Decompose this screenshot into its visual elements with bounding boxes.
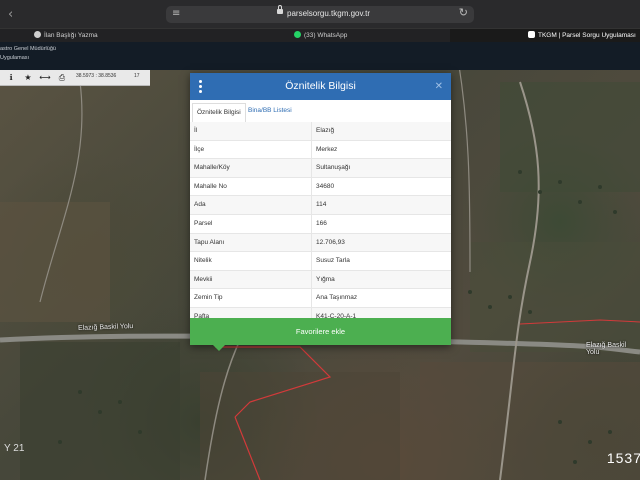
attr-key: Zemin Tip [194,294,223,302]
attr-value: Ana Taşınmaz [316,294,358,302]
map-toolbar: ℹ ★ ⟷ ⎙ 38.5973 : 38.8536 17 [0,70,150,86]
side-road [454,42,471,273]
tab-favicon-icon [34,31,41,38]
table-row: Mahalle No 34680 [190,177,451,197]
whatsapp-icon [294,31,301,38]
attr-key: İl [194,127,198,134]
add-favorite-button[interactable]: Favorilere ekle [190,318,451,345]
info-icon[interactable]: ℹ [4,71,18,84]
field-patch [500,82,640,192]
attr-key: Mahalle No [194,182,227,190]
tab-ilan[interactable]: İlan Başlığı Yazma [34,29,98,43]
table-row: İl Elazığ [190,122,451,141]
table-row: Zemin Tip Ana Taşınmaz [190,289,451,308]
modal-tabs: Öznitelik Bilgisi Bina/BB Listesi [190,100,451,123]
browser-address-bar: ‹ ≡ parselsorgu.tkgm.gov.tr ↻ [0,0,640,28]
reader-view-icon[interactable]: ≡ [172,8,180,19]
attr-key: Ada [194,201,206,209]
tab-label: TKGM | Parsel Sorgu Uygulaması [538,32,636,39]
tab-tkgm[interactable]: TKGM | Parsel Sorgu Uygulaması [450,29,640,43]
field-patch [470,242,640,352]
map-year-label: Y 21 [4,443,25,454]
attr-value: 12.706,93 [316,238,345,246]
reload-icon[interactable]: ↻ [459,6,468,19]
menu-dots-icon[interactable] [199,80,202,93]
attr-value: Yığma [316,275,335,283]
coordinate-readout: 38.5973 : 38.8536 [76,73,117,79]
attr-key: Parsel [194,219,213,227]
field-patch [0,202,110,322]
attr-key: Mahalle/Köy [194,164,230,172]
attr-value: Sultanuşağı [316,164,351,172]
attr-key: Nitelik [194,257,212,265]
table-row: Parsel 166 [190,214,451,234]
attr-value: 166 [316,219,327,227]
close-icon[interactable]: ✕ [435,81,443,92]
print-icon[interactable]: ⎙ [55,71,69,84]
url-field[interactable]: ≡ parselsorgu.tkgm.gov.tr ↻ [166,5,474,23]
attr-value: 34680 [316,182,335,190]
table-row: Mevkii Yığma [190,270,451,290]
modal-header: Öznitelik Bilgisi ✕ [190,73,451,100]
browser-tab-bar: İlan Başlığı Yazma (33) WhatsApp TKGM | … [0,28,640,43]
tab-bina-list[interactable]: Bina/BB Listesi [244,106,296,116]
tab-label: (33) WhatsApp [304,32,348,39]
attr-value: Merkez [316,145,338,153]
popup-pointer [213,345,225,351]
attr-key: İlçe [194,145,205,153]
attr-value: 114 [316,201,327,209]
back-arrow-icon[interactable]: ‹ [8,7,13,22]
table-row: Nitelik Susuz Tarla [190,252,451,271]
table-row: İlçe Merkez [190,140,451,160]
tab-label: İlan Başlığı Yazma [44,32,98,39]
field-patch [200,372,400,480]
star-icon[interactable]: ★ [21,71,35,84]
table-row: Ada 114 [190,196,451,215]
attr-key: Mevkii [194,275,213,283]
attribute-info-modal: Öznitelik Bilgisi ✕ Öznitelik Bilgisi Bi… [190,73,451,351]
attribute-table: İl Elazığ İlçe Merkez Mahalle/Köy Sultanuşa… [190,122,451,327]
attr-key: Tapu Alanı [194,238,225,246]
measure-icon[interactable]: ⟷ [38,71,52,84]
attr-value: Susuz Tarla [316,257,350,265]
table-row: Tapu Alanı 12.706,93 [190,233,451,253]
zoom-level: 17 [134,73,140,79]
tab-whatsapp[interactable]: (33) WhatsApp [294,29,347,43]
map-watermark: 1537 [606,450,640,466]
table-row: Mahalle/Köy Sultanuşağı [190,159,451,178]
tkgm-favicon-icon [528,31,535,38]
site-header: astro Genel Müdürlüğü Uygulaması [0,42,640,70]
modal-title: Öznitelik Bilgisi [285,80,356,92]
road-label: Elazığ Baskil Yolu [586,342,627,356]
attr-value: Elazığ [316,127,335,134]
url-text: parselsorgu.tkgm.gov.tr [287,9,370,18]
app-name: Uygulaması [0,55,30,61]
lock-icon [277,5,283,14]
org-name: astro Genel Müdürlüğü [0,46,56,52]
tab-oznitelik[interactable]: Öznitelik Bilgisi [192,103,246,123]
